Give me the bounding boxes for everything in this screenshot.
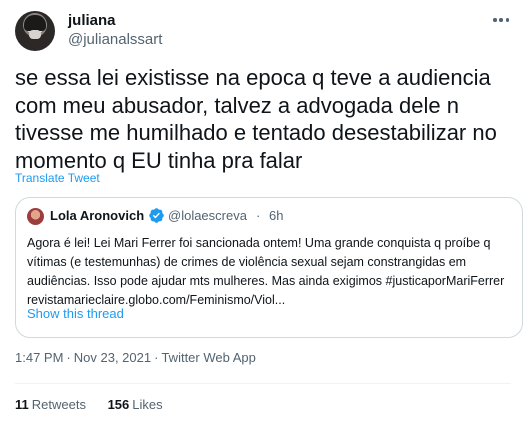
quoted-author-avatar	[27, 208, 44, 225]
show-thread-link[interactable]: Show this thread	[27, 306, 124, 321]
more-dot	[493, 18, 497, 22]
quoted-author-name: Lola Aronovich	[50, 208, 145, 223]
quoted-tweet-card[interactable]: Lola Aronovich @lolaescreva · 6h Agora é…	[15, 197, 523, 338]
tweet-stats: 11 Retweets 156 Likes	[15, 397, 181, 412]
more-options-icon[interactable]	[490, 10, 512, 30]
verified-badge-icon	[149, 208, 164, 223]
tweet-time[interactable]: 1:47 PM	[15, 350, 63, 365]
divider	[15, 383, 511, 384]
author-handle[interactable]: @julianalssart	[68, 31, 162, 48]
retweets-count: 11	[15, 397, 29, 412]
retweets-stat[interactable]: 11 Retweets	[15, 397, 86, 412]
retweets-label: Retweets	[31, 397, 86, 412]
translate-tweet-link[interactable]: Translate Tweet	[15, 171, 100, 185]
quoted-tweet-text: Agora é lei! Lei Mari Ferrer foi sancion…	[27, 236, 505, 307]
author-avatar[interactable]	[15, 11, 55, 51]
more-dot	[499, 18, 503, 22]
author-display-name[interactable]: juliana	[68, 12, 116, 29]
likes-stat[interactable]: 156 Likes	[108, 397, 163, 412]
quoted-separator: ·	[256, 208, 261, 223]
quoted-timestamp: 6h	[269, 208, 284, 223]
likes-label: Likes	[132, 397, 163, 412]
tweet-metadata: 1:47 PM · Nov 23, 2021 · Twitter Web App	[15, 350, 256, 365]
more-dot	[505, 18, 509, 22]
tweet-date[interactable]: Nov 23, 2021	[74, 350, 151, 365]
likes-count: 156	[107, 397, 130, 412]
meta-separator: ·	[154, 350, 159, 365]
tweet-source: Twitter Web App	[161, 350, 256, 365]
meta-separator: ·	[66, 350, 71, 365]
tweet-text: se essa lei existisse na epoca q teve a …	[15, 65, 497, 173]
quoted-author-handle: @lolaescreva	[168, 208, 247, 223]
